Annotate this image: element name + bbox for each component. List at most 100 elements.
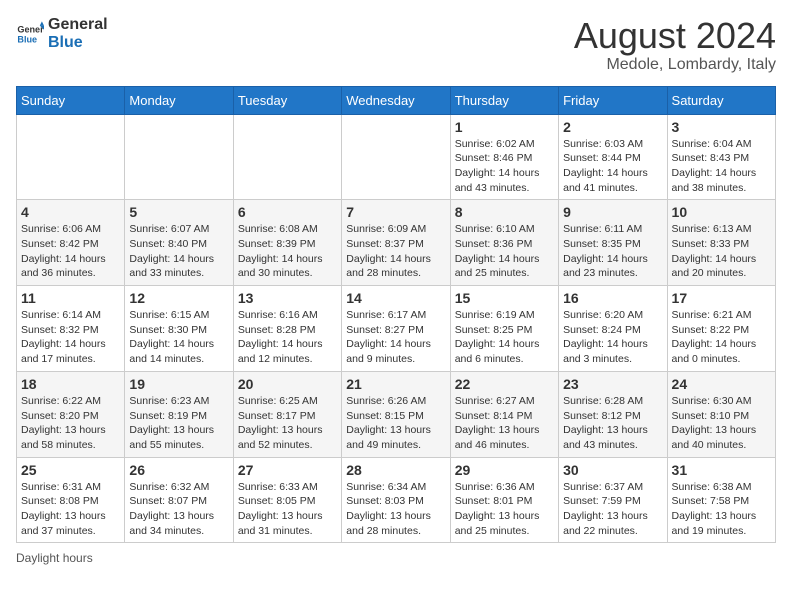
day-info: Sunrise: 6:04 AM Sunset: 8:43 PM Dayligh… xyxy=(672,137,771,196)
calendar-header-sunday: Sunday xyxy=(17,86,125,114)
day-info: Sunrise: 6:11 AM Sunset: 8:35 PM Dayligh… xyxy=(563,222,662,281)
title-area: August 2024 Medole, Lombardy, Italy xyxy=(574,16,776,74)
day-number: 10 xyxy=(672,204,771,220)
calendar-cell: 21 Sunrise: 6:26 AM Sunset: 8:15 PM Dayli… xyxy=(342,371,450,457)
calendar-cell: 23Sunrise: 6:28 AM Sunset: 8:12 PM Dayli… xyxy=(559,371,667,457)
page-title: August 2024 xyxy=(574,16,776,56)
day-number: 28 xyxy=(346,462,445,478)
day-number: 7 xyxy=(346,204,445,220)
day-number: 12 xyxy=(129,290,228,306)
day-info: Sunrise: 6:06 AM Sunset: 8:42 PM Dayligh… xyxy=(21,222,120,281)
day-number: 27 xyxy=(238,462,337,478)
logo-icon: General Blue xyxy=(16,20,44,48)
logo-general-text: General xyxy=(48,16,108,34)
calendar-cell: 7 Sunrise: 6:09 AM Sunset: 8:37 PM Daylig… xyxy=(342,200,450,286)
day-number: 18 xyxy=(21,376,120,392)
day-number: 17 xyxy=(672,290,771,306)
day-info: Sunrise: 6:22 AM Sunset: 8:20 PM Dayligh… xyxy=(21,394,120,453)
calendar-table: SundayMondayTuesdayWednesdayThursdayFrid… xyxy=(16,86,776,544)
calendar-week-2: 4 Sunrise: 6:06 AM Sunset: 8:42 PM Daylig… xyxy=(17,200,776,286)
header: General Blue General Blue August 2024 Me… xyxy=(16,16,776,74)
day-number: 9 xyxy=(563,204,662,220)
calendar-cell: 16 Sunrise: 6:20 AM Sunset: 8:24 PM Dayli… xyxy=(559,286,667,372)
day-info: Sunrise: 6:17 AM Sunset: 8:27 PM Dayligh… xyxy=(346,308,445,367)
day-number: 11 xyxy=(21,290,120,306)
day-info: Sunrise: 6:27 AM Sunset: 8:14 PM Dayligh… xyxy=(455,394,554,453)
day-number: 26 xyxy=(129,462,228,478)
day-number: 4 xyxy=(21,204,120,220)
day-info: Sunrise: 6:15 AM Sunset: 8:30 PM Dayligh… xyxy=(129,308,228,367)
day-info: Sunrise: 6:20 AM Sunset: 8:24 PM Dayligh… xyxy=(563,308,662,367)
calendar-week-5: 25 Sunrise: 6:31 AM Sunset: 8:08 PM Dayli… xyxy=(17,457,776,543)
day-number: 15 xyxy=(455,290,554,306)
day-number: 24 xyxy=(672,376,771,392)
calendar-cell: 9 Sunrise: 6:11 AM Sunset: 8:35 PM Daylig… xyxy=(559,200,667,286)
calendar-header-wednesday: Wednesday xyxy=(342,86,450,114)
calendar-cell: 22 Sunrise: 6:27 AM Sunset: 8:14 PM Dayli… xyxy=(450,371,558,457)
calendar-cell: 17Sunrise: 6:21 AM Sunset: 8:22 PM Dayli… xyxy=(667,286,775,372)
calendar-week-1: 1 Sunrise: 6:02 AM Sunset: 8:46 PM Daylig… xyxy=(17,114,776,200)
calendar-cell: 3Sunrise: 6:04 AM Sunset: 8:43 PM Daylig… xyxy=(667,114,775,200)
day-number: 16 xyxy=(563,290,662,306)
footer-note: Daylight hours xyxy=(16,551,776,565)
day-number: 19 xyxy=(129,376,228,392)
day-number: 6 xyxy=(238,204,337,220)
day-info: Sunrise: 6:37 AM Sunset: 7:59 PM Dayligh… xyxy=(563,480,662,539)
day-info: Sunrise: 6:09 AM Sunset: 8:37 PM Dayligh… xyxy=(346,222,445,281)
day-number: 21 xyxy=(346,376,445,392)
day-number: 14 xyxy=(346,290,445,306)
calendar-cell xyxy=(125,114,233,200)
day-info: Sunrise: 6:07 AM Sunset: 8:40 PM Dayligh… xyxy=(129,222,228,281)
calendar-cell: 11 Sunrise: 6:14 AM Sunset: 8:32 PM Dayli… xyxy=(17,286,125,372)
calendar-header-tuesday: Tuesday xyxy=(233,86,341,114)
day-number: 31 xyxy=(672,462,771,478)
calendar-cell xyxy=(342,114,450,200)
day-info: Sunrise: 6:13 AM Sunset: 8:33 PM Dayligh… xyxy=(672,222,771,281)
calendar-cell: 30 Sunrise: 6:37 AM Sunset: 7:59 PM Dayli… xyxy=(559,457,667,543)
calendar-cell: 1 Sunrise: 6:02 AM Sunset: 8:46 PM Daylig… xyxy=(450,114,558,200)
calendar-header-row: SundayMondayTuesdayWednesdayThursdayFrid… xyxy=(17,86,776,114)
svg-text:General: General xyxy=(17,24,44,34)
day-number: 25 xyxy=(21,462,120,478)
day-info: Sunrise: 6:19 AM Sunset: 8:25 PM Dayligh… xyxy=(455,308,554,367)
calendar-week-4: 18 Sunrise: 6:22 AM Sunset: 8:20 PM Dayli… xyxy=(17,371,776,457)
calendar-header-friday: Friday xyxy=(559,86,667,114)
day-info: Sunrise: 6:03 AM Sunset: 8:44 PM Dayligh… xyxy=(563,137,662,196)
calendar-cell: 6Sunrise: 6:08 AM Sunset: 8:39 PM Daylig… xyxy=(233,200,341,286)
calendar-header-thursday: Thursday xyxy=(450,86,558,114)
day-number: 5 xyxy=(129,204,228,220)
day-info: Sunrise: 6:36 AM Sunset: 8:01 PM Dayligh… xyxy=(455,480,554,539)
day-info: Sunrise: 6:30 AM Sunset: 8:10 PM Dayligh… xyxy=(672,394,771,453)
day-info: Sunrise: 6:34 AM Sunset: 8:03 PM Dayligh… xyxy=(346,480,445,539)
day-info: Sunrise: 6:31 AM Sunset: 8:08 PM Dayligh… xyxy=(21,480,120,539)
day-number: 13 xyxy=(238,290,337,306)
page-subtitle: Medole, Lombardy, Italy xyxy=(574,56,776,74)
calendar-cell: 5 Sunrise: 6:07 AM Sunset: 8:40 PM Daylig… xyxy=(125,200,233,286)
day-info: Sunrise: 6:33 AM Sunset: 8:05 PM Dayligh… xyxy=(238,480,337,539)
day-number: 22 xyxy=(455,376,554,392)
day-info: Sunrise: 6:02 AM Sunset: 8:46 PM Dayligh… xyxy=(455,137,554,196)
day-info: Sunrise: 6:38 AM Sunset: 7:58 PM Dayligh… xyxy=(672,480,771,539)
day-info: Sunrise: 6:14 AM Sunset: 8:32 PM Dayligh… xyxy=(21,308,120,367)
calendar-cell: 24 Sunrise: 6:30 AM Sunset: 8:10 PM Dayli… xyxy=(667,371,775,457)
calendar-cell: 14 Sunrise: 6:17 AM Sunset: 8:27 PM Dayli… xyxy=(342,286,450,372)
calendar-cell xyxy=(233,114,341,200)
day-info: Sunrise: 6:32 AM Sunset: 8:07 PM Dayligh… xyxy=(129,480,228,539)
calendar-cell: 10 Sunrise: 6:13 AM Sunset: 8:33 PM Dayli… xyxy=(667,200,775,286)
calendar-cell: 27 Sunrise: 6:33 AM Sunset: 8:05 PM Dayli… xyxy=(233,457,341,543)
day-info: Sunrise: 6:26 AM Sunset: 8:15 PM Dayligh… xyxy=(346,394,445,453)
day-number: 1 xyxy=(455,119,554,135)
day-number: 8 xyxy=(455,204,554,220)
calendar-header-monday: Monday xyxy=(125,86,233,114)
svg-text:Blue: Blue xyxy=(17,34,37,44)
logo: General Blue General Blue xyxy=(16,16,108,51)
calendar-cell: 28 Sunrise: 6:34 AM Sunset: 8:03 PM Dayli… xyxy=(342,457,450,543)
calendar-cell: 2Sunrise: 6:03 AM Sunset: 8:44 PM Daylig… xyxy=(559,114,667,200)
calendar-cell: 20Sunrise: 6:25 AM Sunset: 8:17 PM Dayli… xyxy=(233,371,341,457)
calendar-header-saturday: Saturday xyxy=(667,86,775,114)
day-number: 30 xyxy=(563,462,662,478)
calendar-cell: 31 Sunrise: 6:38 AM Sunset: 7:58 PM Dayli… xyxy=(667,457,775,543)
calendar-cell: 18 Sunrise: 6:22 AM Sunset: 8:20 PM Dayli… xyxy=(17,371,125,457)
day-number: 23 xyxy=(563,376,662,392)
day-info: Sunrise: 6:16 AM Sunset: 8:28 PM Dayligh… xyxy=(238,308,337,367)
